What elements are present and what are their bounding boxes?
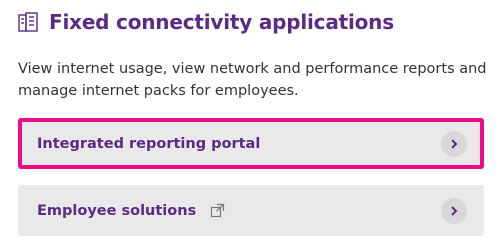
section-description: View internet usage, view network and pe… xyxy=(18,61,487,99)
building-icon xyxy=(18,12,38,32)
external-link-icon xyxy=(211,203,225,218)
section-title: Fixed connectivity applications xyxy=(49,10,394,34)
chevron-right-icon xyxy=(441,130,467,157)
card-label: Employee solutions xyxy=(37,202,197,219)
employee-solutions-card[interactable]: Employee solutions xyxy=(18,185,484,236)
card-label: Integrated reporting portal xyxy=(37,135,261,152)
section-header: Fixed connectivity applications xyxy=(17,10,394,34)
chevron-right-icon xyxy=(441,197,467,224)
integrated-reporting-portal-card[interactable]: Integrated reporting portal xyxy=(18,118,484,169)
